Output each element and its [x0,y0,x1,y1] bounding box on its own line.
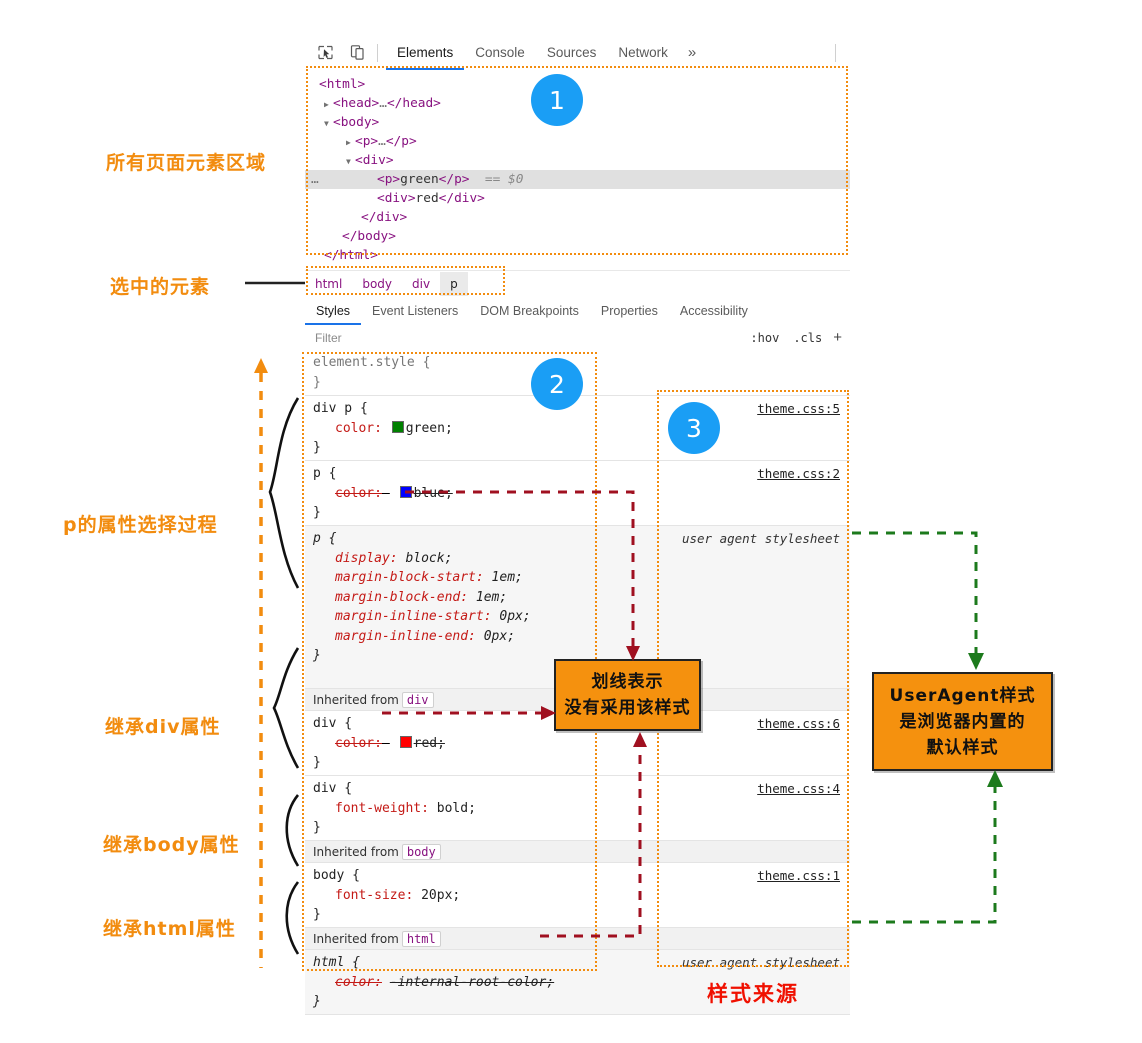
toolbar-right-divider [835,44,836,62]
tab-network[interactable]: Network [607,36,679,70]
property-value: -internal-root-color [390,975,547,990]
callout-user-agent-style: UserAgent样式 是浏览器内置的 默认样式 [872,672,1053,771]
callout-line-1: UserAgent样式 [890,683,1036,709]
inspect-element-icon[interactable] [313,41,337,65]
tab-dom-breakpoints[interactable]: DOM Breakpoints [469,297,590,325]
styles-sidebar-tabs: Styles Event Listeners DOM Breakpoints P… [305,296,850,326]
hov-toggle-button[interactable]: :hov [743,331,786,345]
label-all-page-elements: 所有页面元素区域 [106,148,266,175]
brace-p-properties [270,398,298,588]
callout-line-1: 划线表示 [592,669,664,695]
connector-ua-html-arrowhead [987,770,1003,787]
brace-body-inherit [287,795,298,866]
styles-filter-bar: Filter :hov .cls + [305,325,850,351]
label-selected-element: 选中的元素 [110,272,210,299]
new-style-rule-button[interactable]: + [829,329,850,346]
device-toolbar-icon[interactable] [345,41,369,65]
badge-2: 2 [531,358,583,410]
brace-html-inherit [287,882,298,954]
tab-more-chevron-icon[interactable]: » [679,36,705,70]
label-inherit-div: 继承div属性 [105,712,221,739]
brace-div-inherit [274,648,298,768]
highlight-box-styles-cascade [302,352,597,971]
tab-accessibility[interactable]: Accessibility [669,297,759,325]
tab-styles[interactable]: Styles [305,297,361,325]
property-name: color: [313,973,382,993]
tab-event-listeners[interactable]: Event Listeners [361,297,469,325]
connector-ua-p-arrowhead [968,653,984,670]
callout-line-2: 没有采用该样式 [565,695,691,721]
callout-line-2: 是浏览器内置的 [900,709,1026,735]
tab-console[interactable]: Console [464,36,536,70]
badge-3: 3 [668,402,720,454]
label-inherit-html: 继承html属性 [103,914,236,941]
tab-properties[interactable]: Properties [590,297,669,325]
connector-ua-html [852,785,995,922]
label-p-property-selection: p的属性选择过程 [63,510,218,537]
connector-ua-p [852,533,976,655]
filter-input[interactable]: Filter [305,331,743,345]
label-inherit-body: 继承body属性 [103,830,240,857]
badge-1: 1 [531,74,583,126]
highlight-box-breadcrumb [306,266,505,295]
callout-strikethrough-meaning: 划线表示 没有采用该样式 [554,659,701,731]
label-style-source: 样式来源 [707,978,799,1008]
tab-elements[interactable]: Elements [386,36,464,70]
cls-toggle-button[interactable]: .cls [786,331,829,345]
tab-sources[interactable]: Sources [536,36,608,70]
toolbar-divider [377,44,378,62]
callout-line-3: 默认样式 [927,735,999,761]
cascade-order-arrowhead [254,358,268,373]
